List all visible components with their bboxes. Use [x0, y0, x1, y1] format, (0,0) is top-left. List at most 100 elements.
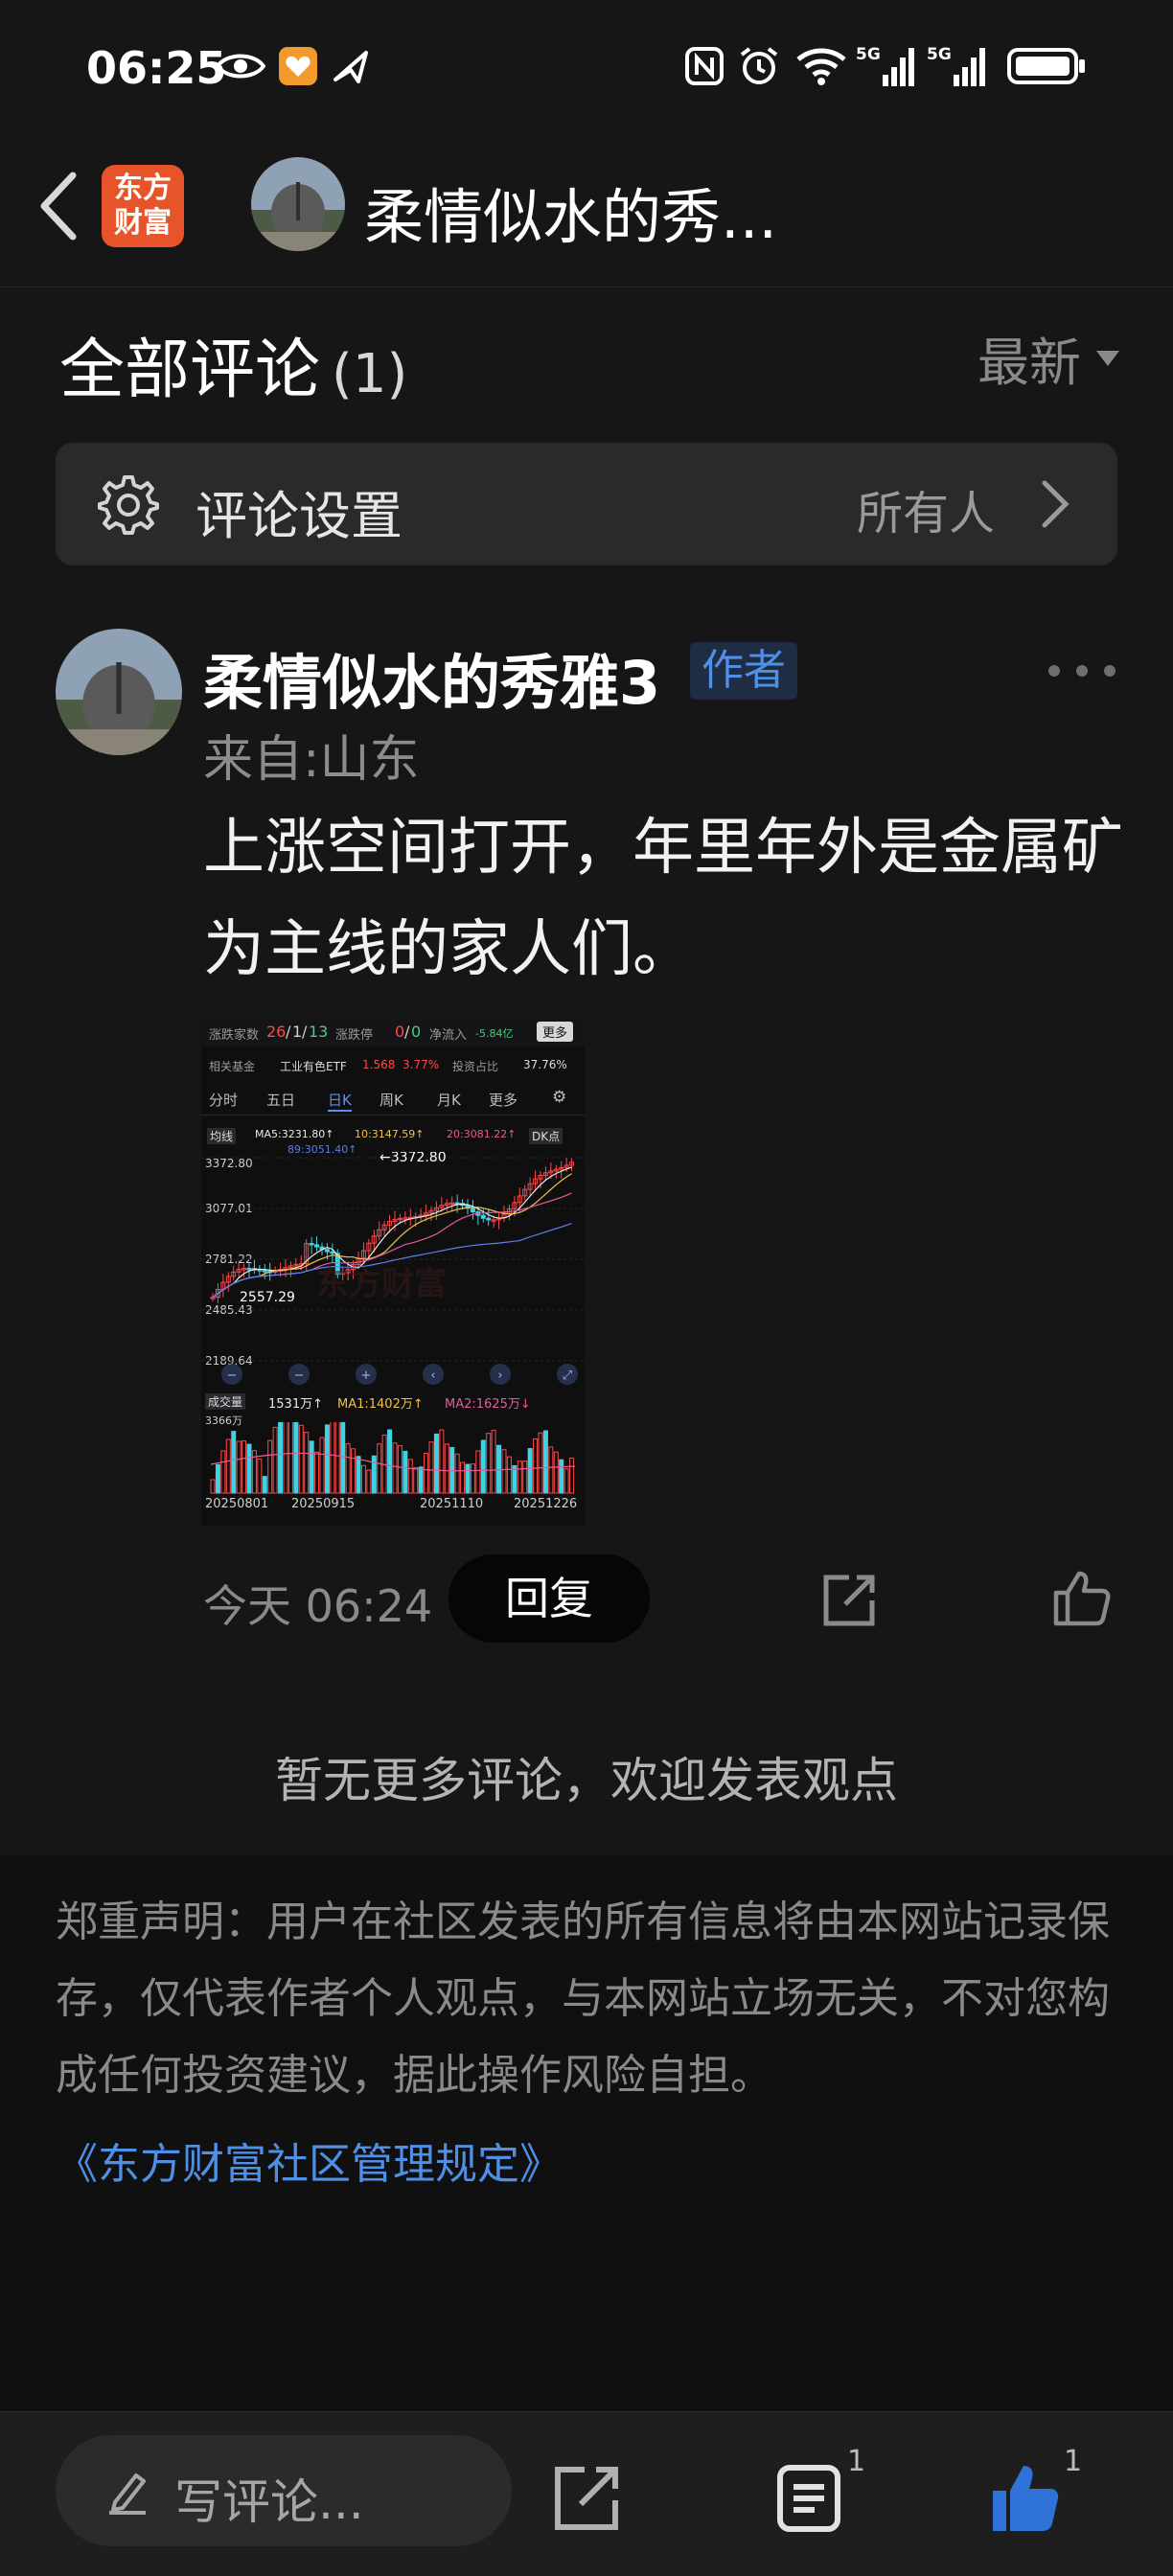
disclaimer-text: 郑重声明：用户在社区发表的所有信息将由本网站记录保存，仅代表作者个人观点，与本网… — [56, 1898, 1110, 2100]
volume-bar — [542, 1430, 548, 1494]
chart-volume-value: 1531万↑ — [268, 1397, 323, 1412]
top-nav-bar: 东方 财富 柔情似水的秀... — [0, 144, 1173, 288]
volume-bar — [345, 1443, 351, 1494]
more-options-icon[interactable] — [1048, 661, 1116, 680]
chart-fund-price: 1.568 — [362, 1058, 396, 1071]
chart-dk-label: DK点 — [529, 1128, 564, 1144]
share-icon[interactable] — [820, 1572, 878, 1629]
volume-bar — [366, 1469, 372, 1494]
nfc-icon — [682, 42, 726, 90]
volume-bar — [324, 1424, 330, 1494]
volume-bar — [397, 1444, 402, 1494]
comment-author-name[interactable]: 柔情似水的秀雅3 — [203, 634, 660, 721]
thumbs-up-icon[interactable] — [1052, 1568, 1112, 1627]
pencil-icon — [109, 2473, 146, 2515]
chevron-right-icon — [1042, 480, 1070, 528]
bottom-action-bar: 写评论... 1 1 — [0, 2411, 1173, 2576]
candle-body — [470, 1208, 475, 1213]
volume-bar — [527, 1448, 533, 1494]
volume-bar — [215, 1463, 220, 1494]
disclaimer-section: 郑重声明：用户在社区发表的所有信息将由本网站记录保存，仅代表作者个人观点，与本网… — [0, 1855, 1173, 2411]
date-tick-label: 20250801 — [205, 1497, 269, 1511]
volume-bar — [569, 1457, 575, 1494]
page-title: 柔情似水的秀... — [364, 182, 778, 252]
volume-bar — [356, 1456, 361, 1494]
author-avatar[interactable] — [251, 157, 345, 251]
community-rules-link[interactable]: 《东方财富社区管理规定》 — [56, 2129, 562, 2191]
price-tick-label: 3077.01 — [205, 1202, 253, 1215]
date-tick-label: 20250915 — [291, 1497, 356, 1511]
volume-bar — [433, 1433, 439, 1494]
comments-heading: 全部评论 (1) — [59, 316, 407, 411]
chart-ratio-label: 投资占比 — [452, 1060, 499, 1073]
volume-bar — [351, 1448, 356, 1494]
volume-bar — [506, 1456, 512, 1494]
chart-tab: 周K — [380, 1092, 403, 1109]
volume-bar — [371, 1455, 377, 1494]
status-time: 06:25 — [86, 42, 227, 94]
chart-down-count: 13 — [309, 1023, 329, 1041]
thumbs-up-filled-icon[interactable] — [989, 2462, 1062, 2535]
volume-bar — [465, 1463, 471, 1494]
volume-bar — [272, 1426, 278, 1494]
comment-avatar[interactable] — [56, 629, 182, 755]
chart-control-glyph: − — [294, 1368, 305, 1383]
write-comment-placeholder: 写评论... — [174, 2474, 364, 2530]
comment-image-chart[interactable]: 涨跌家数 26 / 1 / 13 涨跌停 0 / 0 净流入 -5.84亿 更多… — [201, 1018, 585, 1526]
comment-count-badge: 1 — [847, 2445, 866, 2478]
comments-list-icon[interactable] — [772, 2462, 845, 2535]
volume-bar — [377, 1443, 382, 1494]
volume-bar — [246, 1443, 252, 1494]
volume-bar — [298, 1424, 304, 1494]
chart-tab: 月K — [437, 1092, 461, 1109]
volume-bar — [512, 1464, 518, 1494]
volume-bar — [470, 1463, 475, 1494]
comment-settings-value: 所有人 — [856, 487, 995, 540]
volume-bar — [293, 1422, 299, 1494]
chart-tab: 分时 — [209, 1092, 239, 1109]
sort-dropdown[interactable]: 最新 — [978, 320, 1119, 396]
candle-body — [330, 1251, 335, 1254]
chart-fund-label: 相关基金 — [209, 1060, 256, 1073]
eye-icon — [213, 42, 268, 90]
chart-volume-label: 成交量 — [205, 1393, 246, 1410]
volume-bar — [559, 1459, 564, 1494]
back-button[interactable] — [25, 163, 92, 249]
share-icon[interactable] — [550, 2462, 623, 2535]
chart-flat-count: 1 — [292, 1023, 303, 1041]
chart-volume-ma1: MA1:1402万↑ — [337, 1397, 424, 1412]
volume-bar — [392, 1442, 398, 1494]
status-bar: 06:25 5G 5G — [0, 0, 1173, 134]
comment-settings-row[interactable]: 评论设置 所有人 — [56, 443, 1117, 565]
volume-bar — [278, 1422, 284, 1494]
volume-bar — [480, 1439, 486, 1494]
reply-button[interactable]: 回复 — [448, 1554, 650, 1643]
chart-ratio-value: 37.76% — [523, 1058, 567, 1071]
volume-bar — [340, 1422, 346, 1494]
volume-bar — [538, 1432, 543, 1494]
volume-bar — [220, 1450, 226, 1494]
high-price-annotation: ←3372.80 — [380, 1152, 447, 1165]
app-logo[interactable]: 东方 财富 — [102, 165, 184, 247]
volume-bar — [475, 1450, 481, 1494]
volume-bar — [424, 1452, 429, 1494]
author-badge: 作者 — [690, 642, 797, 700]
chart-ma20: 20:3081.22↑ — [447, 1128, 517, 1140]
volume-bar — [236, 1440, 242, 1494]
volume-bar — [439, 1429, 445, 1494]
volume-bar — [501, 1449, 507, 1494]
chart-fund-pct: 3.77% — [402, 1058, 440, 1071]
volume-bar — [517, 1460, 522, 1494]
candle-body — [262, 1270, 267, 1273]
price-tick-label: 3372.80 — [205, 1157, 253, 1170]
comment-location: 来自:山东 — [203, 731, 420, 789]
volume-bar — [402, 1450, 408, 1494]
svg-text:5G: 5G — [927, 45, 952, 64]
volume-bar — [262, 1476, 267, 1494]
chart-fund-name: 工业有色ETF — [280, 1060, 347, 1073]
volume-bar — [486, 1433, 492, 1494]
write-comment-input[interactable]: 写评论... — [56, 2435, 512, 2546]
volume-bar — [257, 1459, 263, 1494]
volume-bar — [407, 1459, 413, 1494]
volume-bar — [522, 1460, 528, 1494]
